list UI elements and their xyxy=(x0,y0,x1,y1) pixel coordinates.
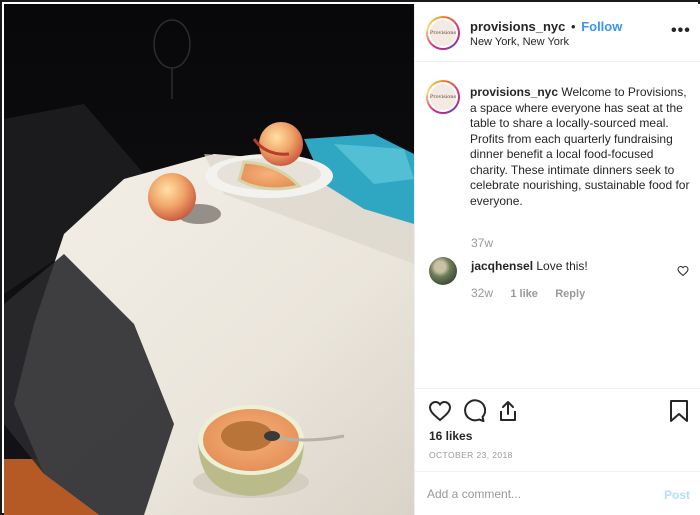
caption-avatar-logo: Provisions xyxy=(430,84,456,110)
comment-likes[interactable]: 1 like xyxy=(510,288,538,300)
post-photo[interactable] xyxy=(4,4,414,515)
post-comment-button[interactable]: Post xyxy=(664,488,690,502)
likes-count[interactable]: 16 likes xyxy=(429,429,472,443)
caption-time[interactable]: 37w xyxy=(471,236,493,250)
header-user-line: provisions_nyc • Follow xyxy=(470,19,622,34)
caption-body: Welcome to Provisions, a space where eve… xyxy=(470,85,690,208)
bookmark-icon[interactable] xyxy=(668,399,690,423)
post-location[interactable]: New York, New York xyxy=(470,36,569,48)
avatar-logo: Provisions xyxy=(430,20,456,46)
comment-text: jacqhensel Love this! xyxy=(471,259,661,273)
comment-body: Love this! xyxy=(536,259,588,273)
comment-meta: 32w 1 like Reply xyxy=(471,286,599,300)
caption-avatar[interactable]: Provisions xyxy=(426,80,460,114)
comment-heart-icon[interactable] xyxy=(677,265,689,277)
caption-username[interactable]: provisions_nyc xyxy=(470,85,558,99)
post-side-panel: Provisions provisions_nyc • Follow New Y… xyxy=(414,4,700,515)
post-image xyxy=(4,4,414,515)
comment-username[interactable]: jacqhensel xyxy=(471,259,533,273)
more-options-icon[interactable]: ••• xyxy=(671,22,691,40)
comment-icon[interactable] xyxy=(462,399,486,423)
separator-dot: • xyxy=(571,19,576,34)
follow-button[interactable]: Follow xyxy=(581,19,622,34)
reply-button[interactable]: Reply xyxy=(555,288,585,300)
caption-text: provisions_nyc Welcome to Provisions, a … xyxy=(470,85,690,209)
commenter-avatar[interactable] xyxy=(429,257,457,285)
comment-time[interactable]: 32w xyxy=(471,286,493,300)
comment-input[interactable] xyxy=(427,484,647,504)
add-comment-bar: Post xyxy=(415,471,700,515)
heart-icon[interactable] xyxy=(428,399,452,423)
author-username[interactable]: provisions_nyc xyxy=(470,19,565,34)
post-header: Provisions provisions_nyc • Follow New Y… xyxy=(415,4,700,62)
author-avatar[interactable]: Provisions xyxy=(426,16,460,50)
post-date[interactable]: OCTOBER 23, 2018 xyxy=(429,450,513,460)
action-bar xyxy=(415,388,700,434)
share-icon[interactable] xyxy=(496,399,520,423)
post-dialog: Provisions provisions_nyc • Follow New Y… xyxy=(0,0,700,515)
